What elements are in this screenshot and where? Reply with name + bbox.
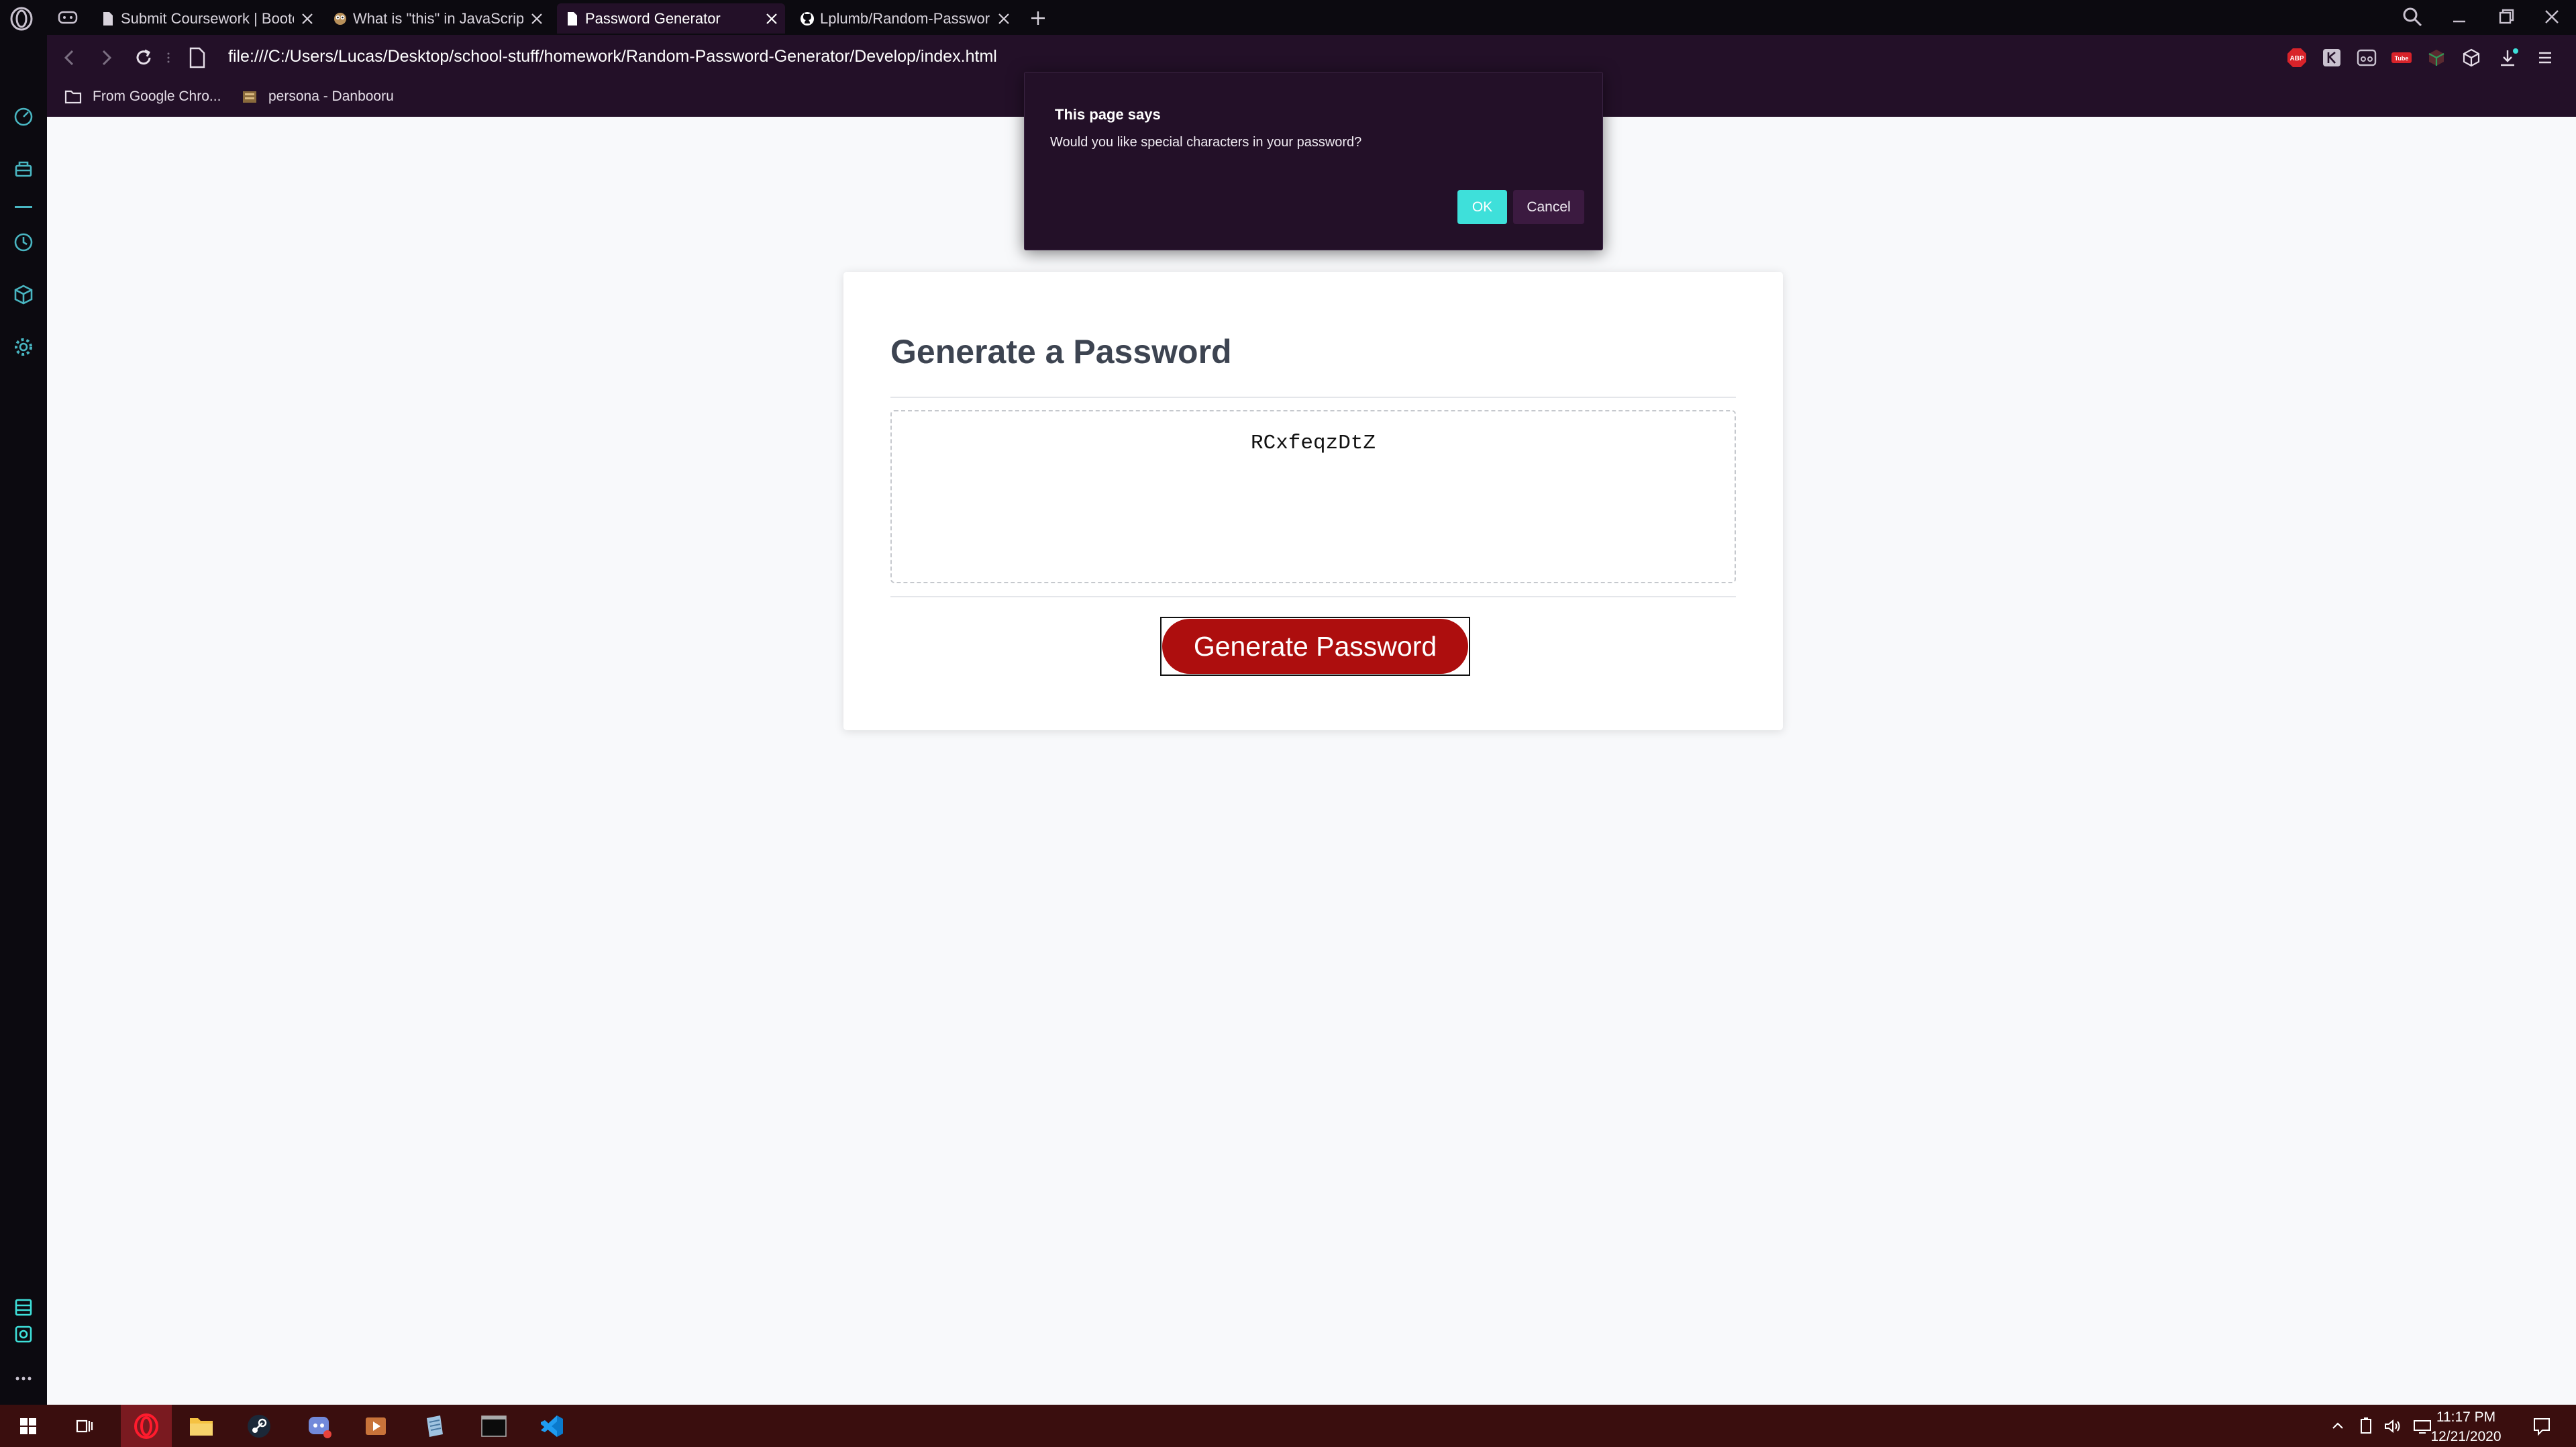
restore-icon[interactable]	[2495, 5, 2518, 28]
adblock-badge: ABP	[2289, 55, 2304, 62]
youtube-badge: Tube	[2395, 55, 2409, 62]
steam-icon[interactable]	[242, 1409, 276, 1444]
show-hidden-icons-icon[interactable]	[2326, 1409, 2350, 1444]
danbooru-favicon	[243, 91, 256, 103]
card-footer-divider	[890, 596, 1736, 597]
extensions-icon[interactable]	[2460, 46, 2483, 69]
workspaces-icon[interactable]	[11, 157, 36, 181]
dialog-title: This page says	[1055, 106, 1161, 123]
close-tab-icon[interactable]	[758, 5, 785, 32]
tab-bar: Submit Coursework | Bootc What is "this"…	[0, 0, 2576, 35]
document-icon	[103, 11, 113, 26]
tab-title: Lplumb/Random-Password	[820, 9, 990, 27]
clock-time: 11:17 PM	[2436, 1409, 2496, 1425]
discord-icon[interactable]	[302, 1409, 337, 1444]
notepad-icon[interactable]	[417, 1409, 452, 1444]
taskbar-opera-icon[interactable]	[121, 1405, 172, 1447]
snapshot-icon[interactable]	[2355, 46, 2378, 69]
youtube-extension-icon[interactable]: Tube	[2390, 46, 2413, 69]
new-tab-icon[interactable]	[1027, 7, 1049, 30]
forward-icon[interactable]	[94, 46, 118, 70]
document-icon	[568, 11, 577, 26]
tab-what-is-this[interactable]: What is "this" in JavaScript	[325, 3, 550, 34]
windows-start-icon[interactable]	[11, 1409, 46, 1444]
password-output[interactable]: RCxfeqzDtZ	[890, 410, 1736, 583]
history-icon[interactable]	[11, 230, 36, 254]
tab-password-generator[interactable]: Password Generator	[557, 3, 785, 34]
bookmark-persona-danbooru[interactable]: persona - Danbooru	[242, 89, 394, 105]
url-field[interactable]: file:///C:/Users/Lucas/Desktop/school-st…	[228, 47, 997, 66]
clock-date: 12/21/2020	[2430, 1429, 2502, 1444]
generate-password-label: Generate Password	[1162, 619, 1468, 674]
terminal-icon[interactable]	[476, 1409, 511, 1444]
opera-logo-icon[interactable]	[9, 7, 34, 31]
close-tab-icon[interactable]	[294, 5, 321, 32]
more-options-icon[interactable]	[11, 1366, 36, 1391]
ok-button[interactable]: OK	[1457, 190, 1507, 224]
file-explorer-icon[interactable]	[184, 1409, 219, 1444]
confirm-dialog: This page says Would you like special ch…	[1024, 72, 1603, 250]
close-tab-icon[interactable]	[523, 5, 550, 32]
page-info-icon[interactable]	[188, 47, 207, 68]
extension-k-icon[interactable]	[2320, 46, 2343, 69]
card-header-divider	[890, 397, 1736, 398]
taskbar: 11:17 PM 12/21/2020	[0, 1405, 2576, 1447]
reload-icon[interactable]	[132, 46, 156, 70]
sidebar	[0, 35, 47, 1405]
tab-title: What is "this" in JavaScript	[353, 9, 523, 27]
search-tabs-icon[interactable]	[2401, 5, 2424, 28]
separator-dots	[166, 50, 170, 66]
generate-password-button[interactable]: Generate Password	[1160, 617, 1470, 676]
bookmark-label: persona - Danbooru	[268, 89, 394, 104]
extensions-cube-icon[interactable]	[11, 283, 36, 307]
sidebar-divider	[15, 206, 32, 208]
close-window-icon[interactable]	[2540, 5, 2563, 28]
github-icon	[801, 11, 814, 26]
tab-title: Submit Coursework | Bootc	[121, 9, 294, 27]
task-view-icon[interactable]	[67, 1409, 102, 1444]
cancel-button[interactable]: Cancel	[1513, 190, 1584, 224]
adblock-plus-icon[interactable]: ABP	[2285, 46, 2308, 69]
extension-cube-red-icon[interactable]	[2425, 46, 2448, 69]
folder-icon	[64, 90, 82, 104]
tab-island-icon[interactable]	[58, 9, 78, 26]
easy-setup-menu-icon[interactable]	[2534, 46, 2557, 69]
back-icon[interactable]	[58, 46, 82, 70]
bookmark-from-google-chrome[interactable]: From Google Chro...	[64, 89, 221, 105]
tab-submit-coursework[interactable]: Submit Coursework | Bootc	[93, 3, 321, 34]
downloads-icon[interactable]	[2497, 46, 2520, 69]
tab-github-repo[interactable]: Lplumb/Random-Password	[792, 3, 1017, 34]
system-clock[interactable]: 11:17 PM 12/21/2020	[2430, 1407, 2502, 1446]
volume-icon[interactable]	[2381, 1409, 2405, 1444]
tab-list-icon[interactable]	[11, 1295, 36, 1319]
battery-plug-icon[interactable]	[2354, 1409, 2378, 1444]
dialog-message: Would you like special characters in you…	[1050, 135, 1362, 150]
action-center-icon[interactable]	[2524, 1409, 2559, 1444]
vscode-icon[interactable]	[534, 1409, 569, 1444]
minimize-icon[interactable]	[2448, 5, 2471, 28]
speed-dial-icon[interactable]	[11, 105, 36, 129]
page-heading: Generate a Password	[890, 333, 1232, 370]
password-card: Generate a Password RCxfeqzDtZ Generate …	[843, 272, 1783, 730]
tab-title: Password Generator	[585, 9, 721, 27]
owl-favicon-icon	[334, 12, 346, 25]
player-icon[interactable]	[11, 1322, 36, 1346]
media-player-icon[interactable]	[358, 1409, 393, 1444]
settings-gear-icon[interactable]	[11, 335, 36, 359]
close-tab-icon[interactable]	[990, 5, 1017, 32]
bookmark-label: From Google Chro...	[93, 89, 221, 104]
